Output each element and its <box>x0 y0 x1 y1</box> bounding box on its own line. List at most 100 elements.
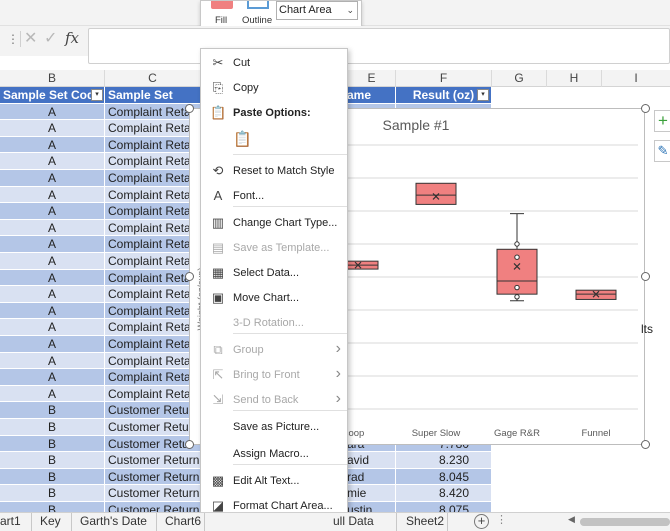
cell-b[interactable]: A <box>0 369 104 386</box>
cell-b[interactable]: B <box>0 402 104 419</box>
menu-item-change-chart-type[interactable]: ▥ Change Chart Type... <box>201 211 347 236</box>
cell-c[interactable]: Complaint Retai <box>105 352 200 370</box>
cell-b[interactable]: B <box>0 468 104 486</box>
cell-f[interactable]: 8.045 <box>396 468 491 486</box>
sheet-tab[interactable]: ull Data <box>325 513 397 531</box>
menu-item-bring-to-front[interactable]: ⇱ Bring to Front › <box>201 363 347 388</box>
cell-c[interactable]: Customer Return <box>105 468 200 486</box>
menu-item-paste-options[interactable]: 📋 Paste Options: <box>201 101 347 126</box>
cell-c[interactable]: Customer Retur <box>105 402 200 419</box>
cell-b[interactable]: A <box>0 319 104 336</box>
cell-b[interactable]: A <box>0 352 104 370</box>
chart-styles-brush-icon[interactable]: ✎ <box>654 140 670 162</box>
cell-c[interactable]: Complaint Retai <box>105 236 200 253</box>
enter-icon[interactable]: ✓ <box>44 30 60 48</box>
resize-handle-top-left[interactable] <box>185 104 194 113</box>
resize-handle-bottom-right[interactable] <box>641 440 650 449</box>
insert-function-icon[interactable]: fx <box>65 29 83 47</box>
scroll-left-icon[interactable]: ◀ <box>568 514 575 525</box>
column-header-g[interactable]: G <box>492 70 547 87</box>
sheet-tab[interactable]: Chart6 <box>157 513 205 531</box>
more-options-icon[interactable]: ⋮ <box>7 31 19 47</box>
cell-f[interactable]: 8.420 <box>396 485 491 502</box>
column-header-b[interactable]: B <box>0 70 105 87</box>
chart-element-select[interactable]: Chart Area ⌄ <box>276 1 358 20</box>
cell-b[interactable]: A <box>0 103 104 121</box>
sheet-tab[interactable]: art1 <box>0 513 32 531</box>
cell-b[interactable]: A <box>0 336 104 353</box>
cell-c[interactable]: Complaint Retai <box>105 319 200 336</box>
add-sheet-icon[interactable]: + <box>474 514 489 529</box>
cell-f[interactable]: 8.075 <box>396 502 491 512</box>
cell-c[interactable]: Customer Return <box>105 502 200 512</box>
menu-item-move-chart[interactable]: ▣ Move Chart... <box>201 286 347 311</box>
resize-handle-left[interactable] <box>185 272 194 281</box>
cell-e[interactable]: rad <box>347 468 395 486</box>
cell-c[interactable]: Complaint Retai <box>105 120 200 137</box>
outline-button-label[interactable]: Outline <box>242 15 272 26</box>
menu-item-save-as-template[interactable]: ▤ Save as Template... <box>201 236 347 261</box>
menu-item-cut[interactable]: ✂ Cut <box>201 51 347 76</box>
fill-button-label[interactable]: Fill <box>215 15 227 26</box>
cell-b[interactable]: A <box>0 120 104 137</box>
cell-b[interactable]: A <box>0 203 104 220</box>
cell-c[interactable]: Complaint Retai <box>105 170 200 187</box>
paste-keep-formatting-icon[interactable]: 📋 <box>233 132 252 148</box>
cell-e[interactable]: mie <box>347 485 395 502</box>
sheet-tab[interactable]: Garth's Date <box>72 513 157 531</box>
header-cell-sample-set[interactable]: Sample Set <box>105 87 200 104</box>
cell-c[interactable]: Customer Retur <box>105 419 200 436</box>
cell-e[interactable]: ustin <box>347 502 395 512</box>
formula-input[interactable] <box>88 28 670 64</box>
cancel-icon[interactable]: ✕ <box>24 30 40 48</box>
resize-handle-bottom-left[interactable] <box>185 440 194 449</box>
cell-b[interactable]: A <box>0 136 104 154</box>
column-header-h[interactable]: H <box>547 70 602 87</box>
cell-c[interactable]: Complaint Retai <box>105 286 200 303</box>
column-header-c[interactable]: C <box>105 70 201 87</box>
menu-item-group[interactable]: ⧉ Group › <box>201 338 347 363</box>
cell-c[interactable]: Complaint Retai <box>105 302 200 320</box>
cell-c[interactable]: Customer Return <box>105 452 200 469</box>
cell-b[interactable]: B <box>0 435 104 453</box>
cell-f[interactable]: 8.230 <box>396 452 491 469</box>
cell-c[interactable]: Complaint Retai <box>105 203 200 220</box>
cell-b[interactable]: B <box>0 485 104 502</box>
cell-b[interactable]: A <box>0 186 104 204</box>
cell-b[interactable]: A <box>0 170 104 187</box>
menu-item-paste-keep-formatting[interactable]: 📋 <box>201 126 347 156</box>
header-cell-sample-set-code[interactable]: Sample Set Code <box>0 87 104 104</box>
cell-c[interactable]: Complaint Retai <box>105 253 200 270</box>
cell-c[interactable]: Complaint Retai <box>105 336 200 353</box>
cell-c[interactable]: Complaint Retai <box>105 369 200 386</box>
cell-c[interactable]: Complaint Retai <box>105 219 200 237</box>
outline-icon[interactable] <box>247 1 269 9</box>
menu-item-edit-alt-text[interactable]: ▩ Edit Alt Text... <box>201 469 347 494</box>
column-header-f[interactable]: F <box>396 70 492 87</box>
cell-c[interactable]: Customer Return <box>105 485 200 502</box>
sheet-tab[interactable]: Sheet2 <box>398 513 448 531</box>
cell-b[interactable]: A <box>0 385 104 403</box>
menu-item-reset-to-match-style[interactable]: ⟲ Reset to Match Style <box>201 159 347 184</box>
fill-icon[interactable] <box>211 1 233 9</box>
cell-b[interactable]: B <box>0 452 104 469</box>
filter-dropdown-icon[interactable]: ▾ <box>91 89 103 101</box>
cell-c[interactable]: Complaint Retai <box>105 385 200 403</box>
chart-elements-button[interactable]: + <box>654 110 670 132</box>
cell-b[interactable]: B <box>0 502 104 512</box>
more-tabs-icon[interactable]: ⋮ <box>496 513 507 526</box>
cell-b[interactable]: A <box>0 219 104 237</box>
cell-b[interactable]: A <box>0 286 104 303</box>
cell-c[interactable]: Complaint Retai <box>105 153 200 170</box>
cell-b[interactable]: B <box>0 419 104 436</box>
header-cell-name[interactable]: ame <box>347 87 395 104</box>
resize-handle-right[interactable] <box>641 272 650 281</box>
column-header-e[interactable]: E <box>348 70 396 87</box>
scrollbar-thumb[interactable] <box>580 518 670 526</box>
sheet-tab[interactable]: Key <box>32 513 72 531</box>
cell-b[interactable]: A <box>0 302 104 320</box>
menu-item-save-as-picture[interactable]: Save as Picture... <box>201 415 347 440</box>
cell-e[interactable]: avid <box>347 452 395 469</box>
filter-dropdown-icon[interactable]: ▾ <box>477 89 489 101</box>
cell-c[interactable]: Complaint Retai <box>105 136 200 154</box>
